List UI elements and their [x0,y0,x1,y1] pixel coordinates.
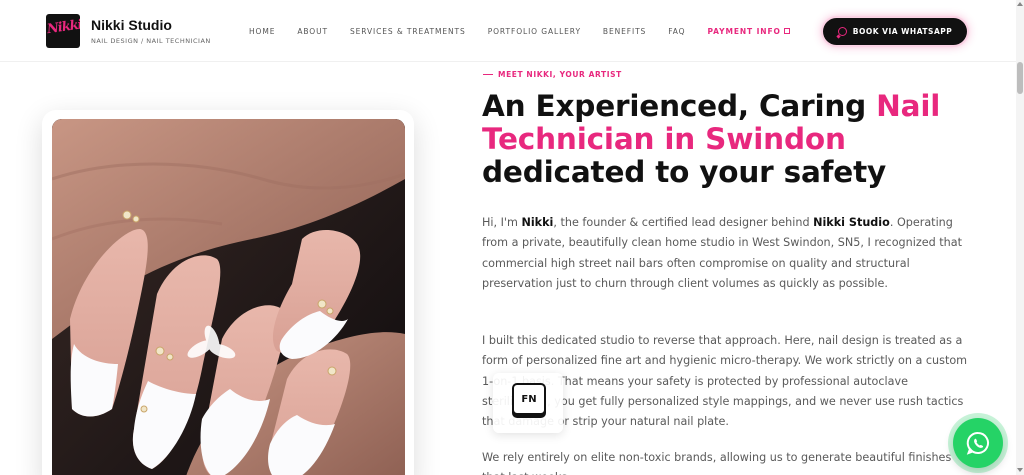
nav-services[interactable]: SERVICES & TREATMENTS [350,27,466,36]
scroll-down-icon[interactable] [1017,468,1023,472]
intro-paragraph: Hi, I'm Nikki, the founder & certified l… [482,213,972,294]
p1-bold-studio: Nikki Studio [813,216,890,229]
site-header: Nikki Nikki Studio NAIL DESIGN / NAIL TE… [0,0,1016,62]
book-whatsapp-button[interactable]: BOOK VIA WHATSAPP [823,18,967,45]
page-scrollbar[interactable] [1016,0,1024,475]
nav-payment-label: PAYMENT INFO [707,27,781,36]
eyebrow-label: MEET NIKKI, YOUR ARTIST [498,70,622,79]
artist-photo-card [42,110,414,475]
book-button-label: BOOK VIA WHATSAPP [852,27,953,36]
scroll-thumb[interactable] [1017,62,1023,94]
external-link-icon [783,28,790,34]
headline-part1: An Experienced, Caring [482,89,877,123]
p1-bold-nikki: Nikki [521,216,554,229]
chat-bubble-icon [837,27,847,36]
whatsapp-float-button[interactable] [953,418,1003,468]
nav-about[interactable]: ABOUT [297,27,328,36]
nav-payment-info[interactable]: PAYMENT INFO [707,27,790,36]
brand-name[interactable]: Nikki Studio [91,17,172,33]
main-nav: HOME ABOUT SERVICES & TREATMENTS PORTFOL… [249,27,812,36]
nav-portfolio[interactable]: PORTFOLIO GALLERY [488,27,581,36]
fn-key-overlay[interactable]: FN [493,373,563,433]
headline-part2: dedicated to your safety [482,155,887,189]
nav-faq[interactable]: FAQ [668,27,685,36]
brand-logo[interactable]: Nikki [46,14,80,48]
nav-benefits[interactable]: BENEFITS [603,27,646,36]
whatsapp-icon [966,431,989,455]
logo-text: Nikki [46,17,80,38]
eyebrow-dash [483,73,493,76]
scroll-up-icon[interactable] [1017,2,1023,6]
nav-home[interactable]: HOME [249,27,275,36]
fn-key-icon: FN [512,383,546,415]
p1-text-2: , the founder & certified lead designer … [553,216,814,229]
section-headline: An Experienced, Caring Nail Technician i… [482,90,952,189]
p1-text-1: Hi, I'm [482,216,522,229]
brands-paragraph: We rely entirely on elite non-toxic bran… [482,451,952,475]
brand-tagline: NAIL DESIGN / NAIL TECHNICIAN [91,37,211,45]
section-eyebrow: MEET NIKKI, YOUR ARTIST [483,70,622,79]
nail-art-photo [52,119,405,475]
